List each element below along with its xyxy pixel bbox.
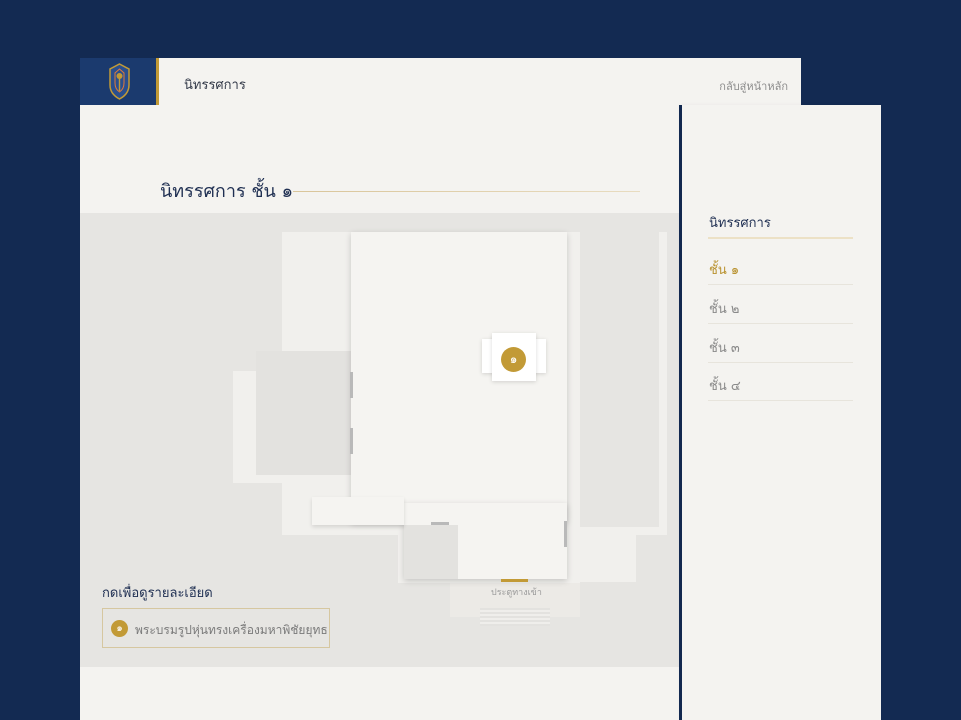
map-stairs bbox=[480, 608, 550, 626]
map-door bbox=[350, 428, 353, 454]
map-right-annex bbox=[580, 527, 636, 582]
top-bar: นิทรรศการ กลับสู่หน้าหลัก bbox=[80, 58, 801, 105]
sidebar-item-floor-1[interactable]: ชั้น ๑ bbox=[708, 246, 853, 285]
sidebar-item-floor-3[interactable]: ชั้น ๓ bbox=[708, 324, 853, 363]
legend-title: กดเพื่อดูรายละเอียด bbox=[102, 586, 213, 601]
legend-item[interactable]: ๑ พระบรมรูปหุ่นทรงเครื่องมหาพิชัยยุทธ bbox=[102, 608, 330, 648]
sidebar: นิทรรศการ ชั้น ๑ ชั้น ๒ ชั้น ๓ ชั้น ๔ bbox=[682, 105, 881, 720]
map-door bbox=[350, 372, 353, 398]
map-left-hall bbox=[256, 351, 353, 475]
sidebar-title: นิทรรศการ bbox=[709, 216, 771, 231]
map-gray-wall bbox=[580, 232, 659, 527]
floor-map: ๑ ประตูทางเข้า กดเพื่อดูรายละเอียด ๑ พระ… bbox=[80, 213, 679, 667]
back-to-home-link[interactable]: กลับสู่หน้าหลัก bbox=[719, 77, 788, 95]
sidebar-item-floor-4[interactable]: ชั้น ๔ bbox=[708, 362, 853, 401]
header-title: นิทรรศการ bbox=[184, 78, 246, 93]
page-title: นิทรรศการ ชั้น ๑ bbox=[160, 181, 293, 202]
map-lower-room bbox=[404, 525, 458, 579]
title-divider bbox=[293, 191, 640, 192]
sidebar-title-divider bbox=[708, 237, 853, 239]
legend-number-badge: ๑ bbox=[111, 620, 128, 637]
map-connector bbox=[312, 497, 404, 525]
entrance-marker bbox=[501, 579, 528, 582]
map-door bbox=[431, 522, 449, 525]
logo[interactable] bbox=[80, 58, 159, 105]
exhibit-pin[interactable]: ๑ bbox=[501, 347, 526, 372]
sidebar-item-floor-2[interactable]: ชั้น ๒ bbox=[708, 285, 853, 324]
entrance-label: ประตูทางเข้า bbox=[491, 588, 542, 598]
main-panel: นิทรรศการ ชั้น ๑ ๑ ประตูทางเข้า กดเพื่อด… bbox=[80, 105, 679, 720]
legend-item-label: พระบรมรูปหุ่นทรงเครื่องมหาพิชัยยุทธ bbox=[135, 623, 328, 637]
map-door bbox=[564, 521, 567, 547]
crest-icon bbox=[109, 63, 130, 100]
